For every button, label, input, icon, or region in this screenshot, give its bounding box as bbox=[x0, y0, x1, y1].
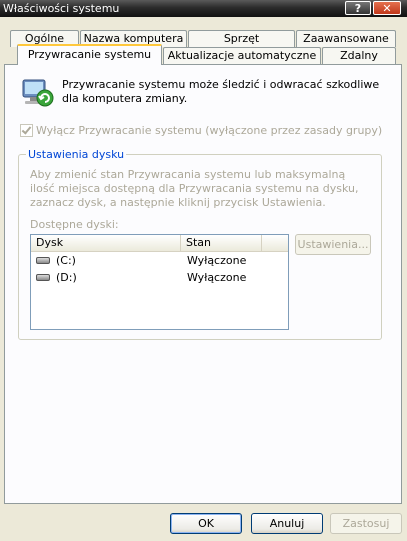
title-bar[interactable]: Właściwości systemu ? ✕ bbox=[0, 0, 407, 17]
column-header-drive[interactable]: Dysk bbox=[31, 235, 181, 252]
close-button[interactable]: ✕ bbox=[373, 1, 401, 15]
column-header-filler bbox=[262, 235, 288, 252]
window-title: Właściwości systemu bbox=[3, 2, 120, 15]
hard-drive-icon bbox=[36, 257, 50, 264]
disk-settings-description: Aby zmienić stan Przywracania systemu lu… bbox=[30, 168, 359, 209]
tab-system-restore[interactable]: Przywracanie systemu bbox=[17, 44, 162, 65]
available-drives-label: Dostępne dyski: bbox=[30, 218, 119, 231]
intro-text: Przywracanie systemu może śledzić i odwr… bbox=[62, 78, 380, 105]
help-button[interactable]: ? bbox=[345, 1, 371, 15]
drive-name: (D:) bbox=[56, 271, 77, 284]
disk-settings-legend: Ustawienia dysku bbox=[26, 148, 127, 161]
drive-name: (C:) bbox=[56, 254, 76, 267]
drives-list[interactable]: Dysk Stan (C:) Wyłączone (D:) Wyłączone bbox=[30, 234, 289, 330]
ok-button[interactable]: OK bbox=[170, 513, 242, 534]
cancel-button[interactable]: Anuluj bbox=[251, 513, 323, 534]
drive-status: Wyłączone bbox=[187, 271, 247, 284]
disable-restore-label: Wyłącz Przywracanie systemu (wyłączone p… bbox=[36, 124, 383, 137]
tab-advanced[interactable]: Zaawansowane bbox=[296, 30, 396, 47]
tab-remote[interactable]: Zdalny bbox=[322, 47, 396, 64]
column-header-status[interactable]: Stan bbox=[181, 235, 262, 252]
system-restore-icon bbox=[22, 79, 54, 107]
system-properties-dialog: Właściwości systemu ? ✕ Ogólne Nazwa kom… bbox=[0, 0, 407, 541]
drive-status: Wyłączone bbox=[187, 254, 247, 267]
checkbox-box[interactable] bbox=[20, 124, 33, 137]
settings-button[interactable]: Ustawienia... bbox=[295, 234, 371, 255]
tab-hardware[interactable]: Sprzęt bbox=[188, 30, 295, 47]
tab-automatic-updates[interactable]: Aktualizacje automatyczne bbox=[163, 47, 321, 64]
apply-button[interactable]: Zastosuj bbox=[330, 513, 402, 534]
hard-drive-icon bbox=[36, 274, 50, 281]
